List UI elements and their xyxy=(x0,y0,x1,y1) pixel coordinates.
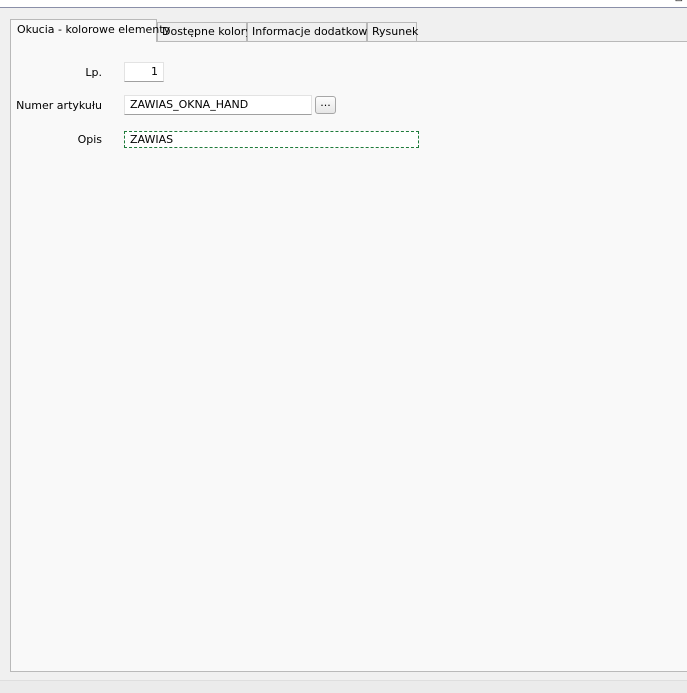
window-top-strip: ⊟ xyxy=(0,0,687,8)
opis-label: Opis xyxy=(77,133,102,146)
tab-panel: Lp. 1 Numer artykułu ZAWIAS_OKNA_HAND ..… xyxy=(10,41,687,672)
tab-dostepne-kolory[interactable]: Dostępne kolory xyxy=(157,22,252,41)
tab-label: Informacje dodatkowe xyxy=(252,25,375,38)
lp-field[interactable]: 1 xyxy=(124,62,164,82)
opis-field[interactable]: ZAWIAS xyxy=(124,131,419,148)
restore-icon[interactable]: ⊟ xyxy=(675,0,683,4)
lp-label: Lp. xyxy=(85,66,102,79)
tab-bar: Okucia - kolorowe elementy Dostępne kolo… xyxy=(10,19,687,42)
tab-label: Dostępne kolory xyxy=(162,25,252,38)
tab-okucia-kolorowe-elementy[interactable]: Okucia - kolorowe elementy xyxy=(10,19,170,42)
tab-rysunek[interactable]: Rysunek xyxy=(367,22,419,41)
status-strip xyxy=(0,680,687,693)
browse-button[interactable]: ... xyxy=(315,96,336,114)
numer-artykulu-label: Numer artykułu xyxy=(16,99,102,112)
numer-artykulu-field[interactable]: ZAWIAS_OKNA_HAND xyxy=(124,95,312,115)
tab-informacje-dodatkowe[interactable]: Informacje dodatkowe xyxy=(247,22,374,41)
tab-label: Rysunek xyxy=(372,25,419,38)
tab-label: Okucia - kolorowe elementy xyxy=(17,23,171,36)
